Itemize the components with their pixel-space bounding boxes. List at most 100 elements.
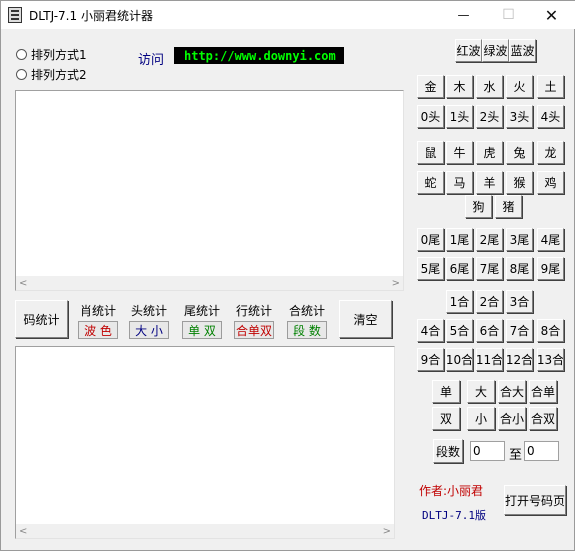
segment-to-input[interactable]: 0 bbox=[524, 441, 559, 461]
close-button[interactable]: ✕ bbox=[529, 1, 574, 29]
clear-button[interactable]: 清空 bbox=[339, 300, 392, 338]
sums-row1-button-2[interactable]: 3合 bbox=[506, 290, 533, 313]
version-label: DLTJ-7.1版 bbox=[422, 509, 486, 522]
url-field[interactable]: http://www.downyi.com bbox=[174, 47, 344, 64]
elements-button-0[interactable]: 金 bbox=[417, 75, 444, 98]
author-label: 作者:小丽君 bbox=[419, 484, 484, 498]
maximize-button[interactable]: ☐ bbox=[486, 1, 531, 29]
app-window: DLTJ-7.1 小丽君统计器 — ☐ ✕ 排列方式1 排列方式2 访问 htt… bbox=[0, 0, 575, 551]
oe-row2-button-2[interactable]: 合小 bbox=[498, 407, 526, 430]
oe-row1-button-0[interactable]: 单 bbox=[432, 380, 460, 403]
radio-label: 排列方式2 bbox=[31, 68, 87, 82]
heads-button-0[interactable]: 0头 bbox=[417, 105, 444, 128]
radio-circle-icon bbox=[16, 69, 27, 80]
tails-row1-button-3[interactable]: 3尾 bbox=[506, 228, 533, 251]
sums-row3-button-0[interactable]: 9合 bbox=[417, 348, 444, 371]
red-wave-button[interactable]: 红波 bbox=[455, 39, 482, 62]
oe-row1-button-1[interactable]: 大 bbox=[467, 380, 495, 403]
sums-row2-button-0[interactable]: 4合 bbox=[417, 319, 444, 342]
sums-row2-button-1[interactable]: 5合 bbox=[446, 319, 473, 342]
stat-sub-button-0[interactable]: 波 色 bbox=[78, 321, 118, 339]
elements-button-1[interactable]: 木 bbox=[446, 75, 473, 98]
close-icon: ✕ bbox=[544, 5, 559, 25]
radio-label: 排列方式1 bbox=[31, 48, 87, 62]
upper-hscrollbar[interactable]: < > bbox=[16, 276, 403, 290]
zodiac-row3-button-1[interactable]: 猪 bbox=[495, 195, 522, 218]
oe-row2-button-0[interactable]: 双 bbox=[432, 407, 460, 430]
sums-row3-button-1[interactable]: 10合 bbox=[446, 348, 473, 371]
oe-row1-button-2[interactable]: 合大 bbox=[498, 380, 526, 403]
radio-layout-1[interactable]: 排列方式1 bbox=[16, 46, 87, 63]
stat-sub-button-1[interactable]: 大 小 bbox=[129, 321, 169, 339]
scroll-right-icon[interactable]: > bbox=[383, 526, 391, 537]
tails-row2-button-0[interactable]: 5尾 bbox=[417, 257, 444, 280]
sums-row2-button-4[interactable]: 8合 bbox=[537, 319, 564, 342]
sums-row2-button-2[interactable]: 6合 bbox=[476, 319, 503, 342]
sums-row1-button-1[interactable]: 2合 bbox=[476, 290, 503, 313]
heads-button-3[interactable]: 3头 bbox=[506, 105, 533, 128]
stat-sub-button-2[interactable]: 单 双 bbox=[182, 321, 222, 339]
window-title: DLTJ-7.1 小丽君统计器 bbox=[29, 9, 153, 23]
tails-row1-button-1[interactable]: 1尾 bbox=[446, 228, 473, 251]
heads-button-4[interactable]: 4头 bbox=[537, 105, 564, 128]
sums-row1-button-0[interactable]: 1合 bbox=[446, 290, 473, 313]
zodiac-row1-button-3[interactable]: 兔 bbox=[506, 141, 533, 164]
zodiac-row2-button-0[interactable]: 蛇 bbox=[417, 171, 444, 194]
open-number-page-button[interactable]: 打开号码页 bbox=[504, 485, 566, 515]
radio-circle-icon bbox=[16, 49, 27, 60]
tails-row1-button-2[interactable]: 2尾 bbox=[476, 228, 503, 251]
sums-row3-button-2[interactable]: 11合 bbox=[476, 348, 503, 371]
stat-button-3[interactable]: 行统计 bbox=[234, 302, 274, 319]
calculator-icon bbox=[8, 7, 22, 23]
elements-button-2[interactable]: 水 bbox=[476, 75, 503, 98]
scroll-left-icon[interactable]: < bbox=[19, 278, 27, 289]
code-stat-button[interactable]: 码统计 bbox=[15, 300, 68, 338]
upper-output-area[interactable]: < > bbox=[15, 90, 404, 291]
scroll-left-icon[interactable]: < bbox=[19, 526, 27, 537]
radio-layout-2[interactable]: 排列方式2 bbox=[16, 66, 87, 83]
segment-to-label: 至 bbox=[509, 448, 523, 463]
lower-hscrollbar[interactable]: < > bbox=[16, 524, 394, 538]
sums-row2-button-3[interactable]: 7合 bbox=[506, 319, 533, 342]
stat-sub-button-4[interactable]: 段 数 bbox=[287, 321, 327, 339]
lower-output-area[interactable]: < > bbox=[15, 346, 395, 539]
tails-row2-button-2[interactable]: 7尾 bbox=[476, 257, 503, 280]
minimize-icon: — bbox=[457, 8, 470, 22]
zodiac-row1-button-1[interactable]: 牛 bbox=[446, 141, 473, 164]
segment-from-input[interactable]: 0 bbox=[470, 441, 505, 461]
stat-button-2[interactable]: 尾统计 bbox=[182, 302, 222, 319]
tails-row2-button-1[interactable]: 6尾 bbox=[446, 257, 473, 280]
elements-button-4[interactable]: 土 bbox=[537, 75, 564, 98]
stat-button-0[interactable]: 肖统计 bbox=[78, 302, 118, 319]
tails-row2-button-4[interactable]: 9尾 bbox=[537, 257, 564, 280]
scroll-right-icon[interactable]: > bbox=[392, 278, 400, 289]
stat-button-1[interactable]: 头统计 bbox=[129, 302, 169, 319]
zodiac-row2-button-2[interactable]: 羊 bbox=[476, 171, 503, 194]
elements-button-3[interactable]: 火 bbox=[506, 75, 533, 98]
segment-button[interactable]: 段数 bbox=[433, 439, 463, 463]
minimize-button[interactable]: — bbox=[441, 1, 486, 29]
stat-sub-button-3[interactable]: 合单双 bbox=[234, 321, 274, 339]
title-bar: DLTJ-7.1 小丽君统计器 — ☐ ✕ bbox=[1, 1, 575, 29]
oe-row1-button-3[interactable]: 合单 bbox=[529, 380, 557, 403]
tails-row1-button-4[interactable]: 4尾 bbox=[537, 228, 564, 251]
heads-button-2[interactable]: 2头 bbox=[476, 105, 503, 128]
tails-row2-button-3[interactable]: 8尾 bbox=[506, 257, 533, 280]
heads-button-1[interactable]: 1头 bbox=[446, 105, 473, 128]
sums-row3-button-3[interactable]: 12合 bbox=[506, 348, 533, 371]
zodiac-row2-button-1[interactable]: 马 bbox=[446, 171, 473, 194]
maximize-icon: ☐ bbox=[502, 7, 515, 23]
blue-wave-button[interactable]: 蓝波 bbox=[509, 39, 536, 62]
zodiac-row1-button-0[interactable]: 鼠 bbox=[417, 141, 444, 164]
zodiac-row1-button-4[interactable]: 龙 bbox=[537, 141, 564, 164]
oe-row2-button-3[interactable]: 合双 bbox=[529, 407, 557, 430]
sums-row3-button-4[interactable]: 13合 bbox=[537, 348, 564, 371]
oe-row2-button-1[interactable]: 小 bbox=[467, 407, 495, 430]
tails-row1-button-0[interactable]: 0尾 bbox=[417, 228, 444, 251]
green-wave-button[interactable]: 绿波 bbox=[482, 39, 509, 62]
zodiac-row2-button-3[interactable]: 猴 bbox=[506, 171, 533, 194]
stat-button-4[interactable]: 合统计 bbox=[287, 302, 327, 319]
zodiac-row3-button-0[interactable]: 狗 bbox=[465, 195, 492, 218]
zodiac-row2-button-4[interactable]: 鸡 bbox=[537, 171, 564, 194]
zodiac-row1-button-2[interactable]: 虎 bbox=[476, 141, 503, 164]
